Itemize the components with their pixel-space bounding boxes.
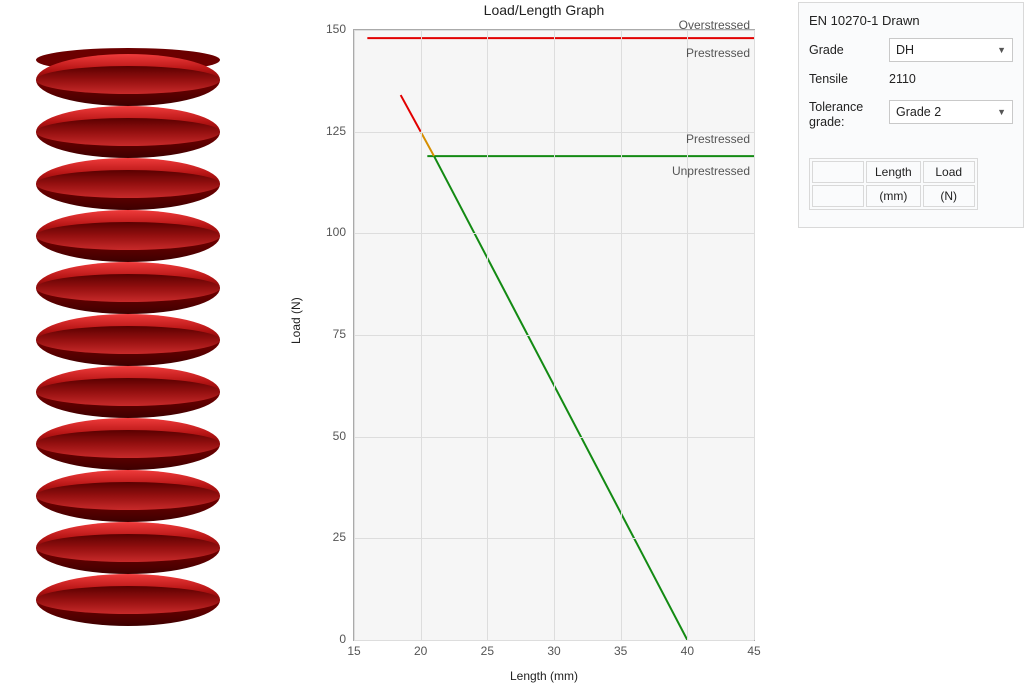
col-length: Length	[866, 161, 921, 183]
y-tick: 125	[294, 124, 346, 138]
grade-value: DH	[896, 43, 914, 57]
plot-area: OverstressedPrestressedPrestressedUnpres…	[354, 30, 754, 640]
chart-annotation: Overstressed	[679, 18, 750, 32]
x-tick: 30	[534, 644, 574, 658]
x-tick: 45	[734, 644, 774, 658]
unit-load: (N)	[923, 185, 975, 207]
x-tick: 25	[467, 644, 507, 658]
tensile-value: 2110	[889, 72, 916, 86]
table-row: (mm) (N)	[812, 185, 975, 207]
length-load-table: Length Load (mm) (N)	[809, 158, 978, 210]
grade-label: Grade	[809, 43, 881, 57]
x-tick: 20	[401, 644, 441, 658]
unit-length: (mm)	[866, 185, 921, 207]
x-axis-label: Length (mm)	[294, 669, 794, 683]
x-tick: 35	[601, 644, 641, 658]
y-tick: 50	[294, 429, 346, 443]
grade-dropdown[interactable]: DH ▼	[889, 38, 1013, 62]
tolerance-dropdown[interactable]: Grade 2 ▼	[889, 100, 1013, 124]
material-panel: EN 10270-1 Drawn Grade DH ▼ Tensile 2110…	[798, 2, 1024, 228]
col-load: Load	[923, 161, 975, 183]
y-tick: 75	[294, 327, 346, 341]
y-tick: 25	[294, 530, 346, 544]
spring-illustration	[0, 0, 294, 687]
y-tick: 150	[294, 22, 346, 36]
tolerance-value: Grade 2	[896, 105, 941, 119]
tolerance-label: Tolerance grade:	[809, 100, 881, 130]
tensile-label: Tensile	[809, 72, 881, 86]
table-row: Length Load	[812, 161, 975, 183]
chart-title: Load/Length Graph	[294, 2, 794, 18]
load-length-chart: Load/Length Graph Load (N) OverstressedP…	[294, 0, 794, 687]
x-tick: 15	[334, 644, 374, 658]
chart-annotation: Unprestressed	[672, 164, 750, 178]
chevron-down-icon: ▼	[997, 45, 1006, 55]
x-tick: 40	[667, 644, 707, 658]
material-title: EN 10270-1 Drawn	[809, 13, 1013, 28]
chevron-down-icon: ▼	[997, 107, 1006, 117]
chart-annotation: Prestressed	[686, 132, 750, 146]
y-tick: 0	[294, 632, 346, 646]
chart-annotation: Prestressed	[686, 46, 750, 60]
y-tick: 100	[294, 225, 346, 239]
